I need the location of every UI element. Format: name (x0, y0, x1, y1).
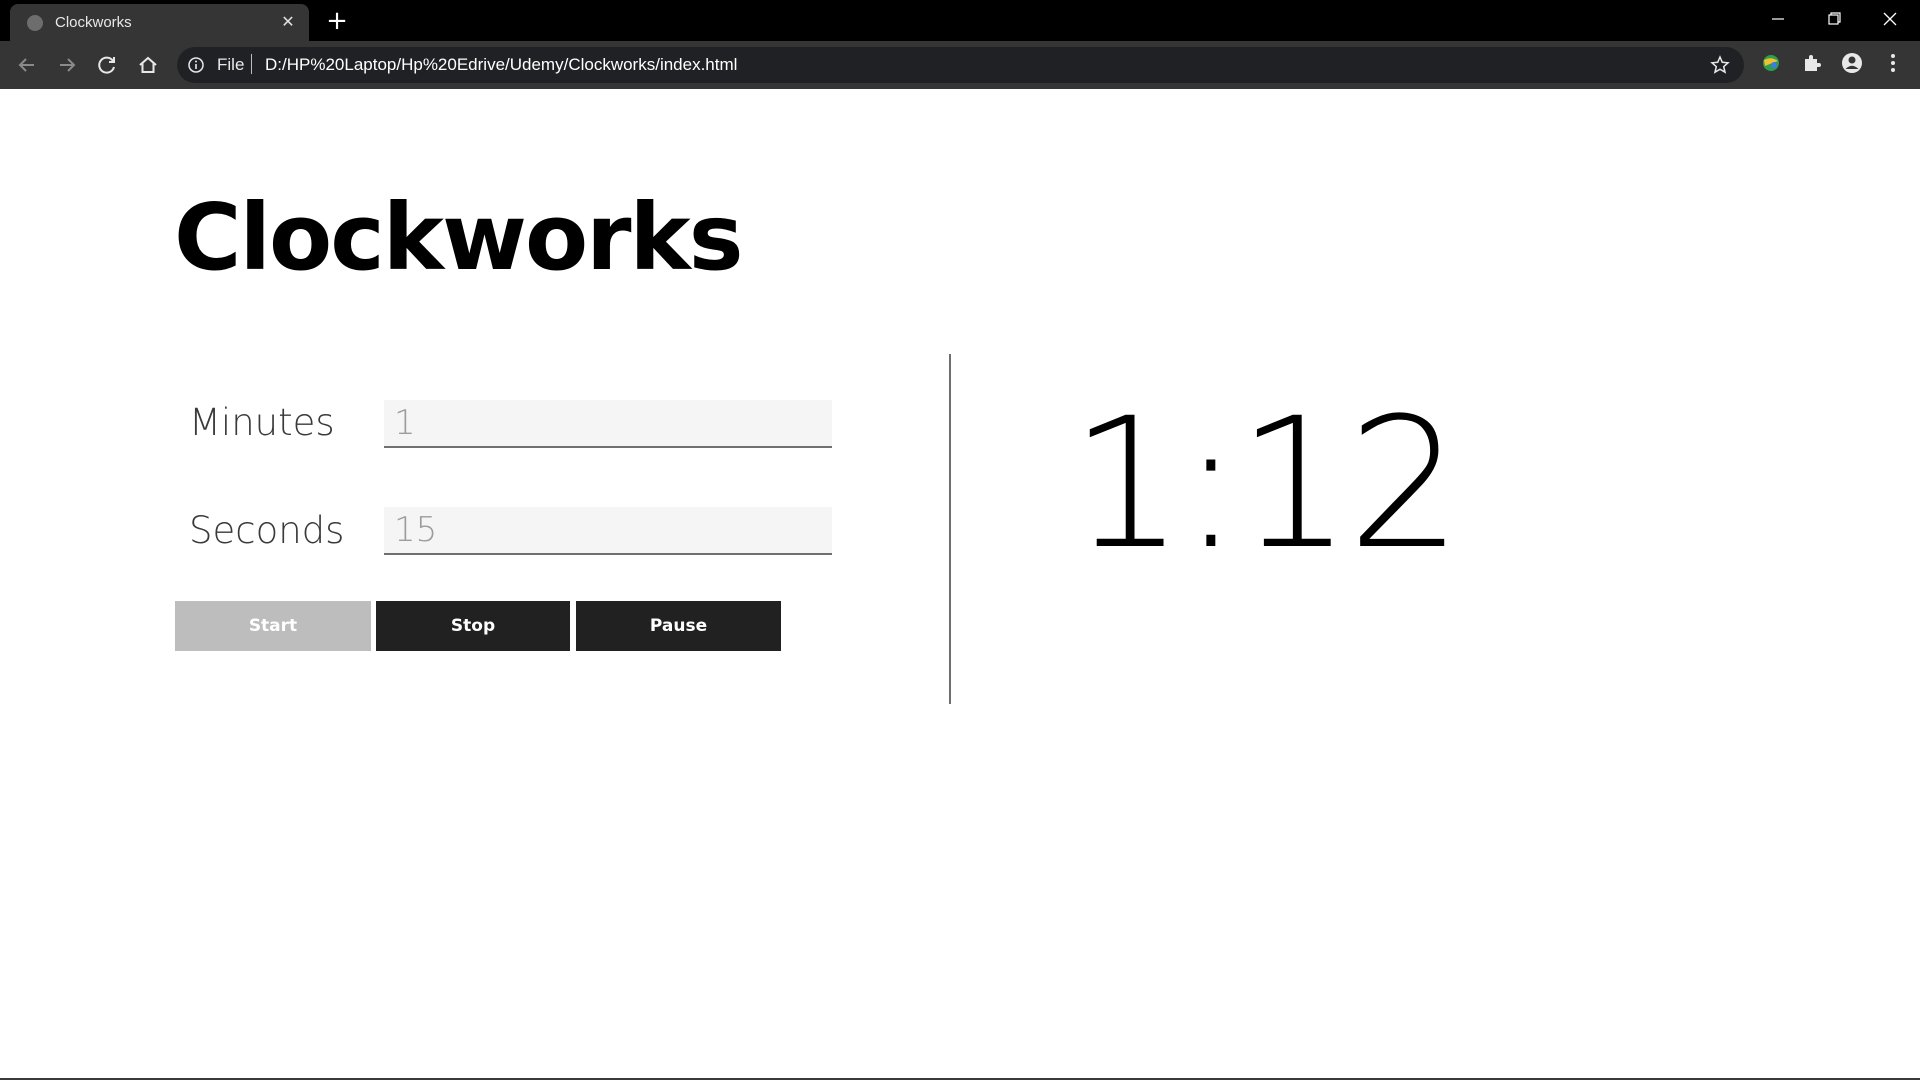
browser-toolbar: File D:/HP%20Laptop/Hp%20Edrive/Udemy/Cl… (0, 41, 1920, 89)
kebab-menu-icon[interactable] (1880, 50, 1906, 76)
pause-button[interactable]: Pause (576, 601, 781, 651)
vertical-divider (949, 354, 951, 704)
seconds-label: Seconds (189, 509, 345, 552)
minutes-label: Minutes (189, 401, 335, 444)
address-url[interactable]: D:/HP%20Laptop/Hp%20Edrive/Udemy/Clockwo… (265, 55, 737, 75)
profile-icon[interactable] (1839, 50, 1865, 76)
page-title: Clockworks (174, 184, 743, 291)
browser-tab[interactable]: Clockworks ✕ (10, 4, 309, 41)
address-bar[interactable]: File D:/HP%20Laptop/Hp%20Edrive/Udemy/Cl… (177, 47, 1744, 83)
extension-globe-icon[interactable] (1758, 50, 1784, 76)
seconds-input[interactable] (384, 507, 832, 555)
back-arrow-icon[interactable] (14, 52, 40, 78)
puzzle-icon[interactable] (1799, 50, 1825, 76)
address-scheme: File (217, 55, 245, 74)
minimize-icon[interactable] (1758, 5, 1798, 33)
home-icon[interactable] (135, 52, 161, 78)
address-separator (251, 54, 252, 74)
timer-display: 1:12 (1070, 380, 1462, 589)
close-icon[interactable]: ✕ (278, 12, 298, 32)
restore-icon[interactable] (1814, 5, 1854, 33)
tab-title: Clockworks (55, 14, 132, 31)
forward-arrow-icon[interactable] (54, 52, 80, 78)
reload-icon[interactable] (94, 52, 120, 78)
close-window-icon[interactable] (1870, 5, 1910, 33)
star-icon[interactable] (1709, 54, 1731, 76)
stop-button[interactable]: Stop (376, 601, 570, 651)
plus-icon[interactable]: + (325, 8, 349, 34)
start-button[interactable]: Start (175, 601, 371, 651)
browser-tab-bar: Clockworks ✕ + (0, 0, 1920, 41)
minutes-input[interactable] (384, 400, 832, 448)
info-icon[interactable] (187, 56, 205, 74)
favicon-icon (27, 15, 43, 31)
